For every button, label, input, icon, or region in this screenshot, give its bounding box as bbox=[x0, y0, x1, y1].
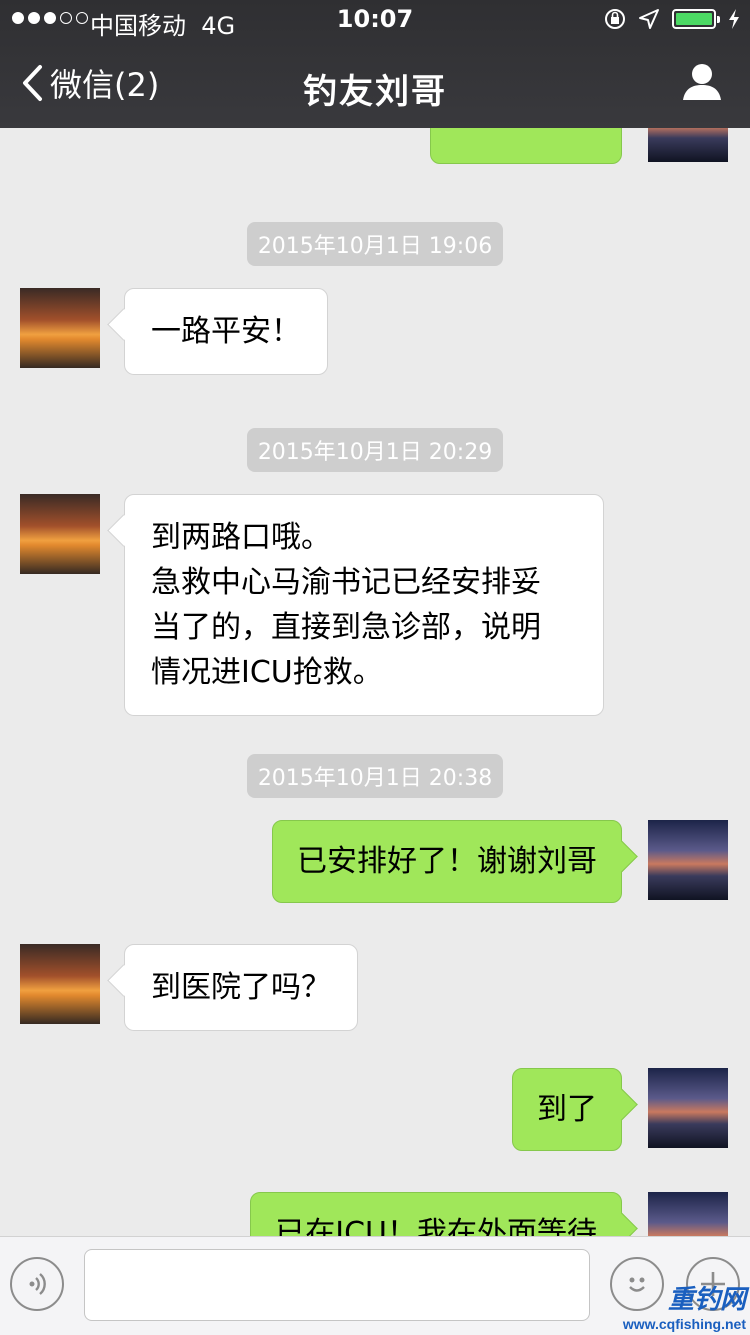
message-text: 已安排好了！谢谢刘哥 bbox=[297, 844, 597, 879]
message-bubble[interactable]: 已在ICU！我在外面等待 bbox=[250, 1192, 622, 1236]
message-bubble[interactable]: 到两路口哦。 急救中心马渝书记已经安排妥 当了的，直接到急诊部，说明 情况进IC… bbox=[124, 494, 604, 716]
message-text: 已在ICU！我在外面等待 bbox=[275, 1216, 597, 1236]
message-input[interactable] bbox=[84, 1249, 590, 1321]
message-bubble[interactable]: 一路平安！ bbox=[124, 288, 328, 375]
message-text: 一路平安！ bbox=[151, 314, 301, 349]
battery-icon bbox=[672, 9, 720, 29]
timestamp: 2015年10月1日 20:29 bbox=[0, 428, 750, 472]
message-text: 急救中心马渝书记已经安排妥 bbox=[151, 565, 541, 600]
message-text: 到两路口哦。 bbox=[151, 520, 331, 555]
voice-button[interactable] bbox=[10, 1257, 64, 1311]
voice-icon bbox=[29, 1273, 46, 1295]
friend-avatar[interactable] bbox=[20, 288, 100, 368]
chat-area[interactable]: 2015年10月1日 19:06 一路平安！ 2015年10月1日 20:29 … bbox=[0, 0, 750, 1236]
rotation-lock-icon bbox=[605, 9, 625, 29]
message-text: 到医院了吗？ bbox=[151, 970, 331, 1005]
nav-bar: 微信(2) 钓友刘哥 bbox=[0, 40, 750, 128]
message-bubble[interactable]: 到了 bbox=[512, 1068, 622, 1151]
my-avatar[interactable] bbox=[648, 1192, 728, 1236]
timestamp: 2015年10月1日 19:06 bbox=[0, 222, 750, 266]
message-bubble[interactable]: 到医院了吗？ bbox=[124, 944, 358, 1031]
my-avatar[interactable] bbox=[648, 1068, 728, 1148]
timestamp: 2015年10月1日 20:38 bbox=[0, 754, 750, 798]
watermark-logo: 重钓网 www.cqfishing.net bbox=[622, 1284, 746, 1332]
message-text: 情况进ICU抢救。 bbox=[151, 655, 383, 690]
friend-avatar[interactable] bbox=[20, 494, 100, 574]
status-bar: 中国移动 4G 10:07 bbox=[0, 0, 750, 40]
location-icon bbox=[639, 9, 659, 29]
message-bubble[interactable]: 已安排好了！谢谢刘哥 bbox=[272, 820, 622, 903]
message-text: 到了 bbox=[537, 1092, 597, 1127]
friend-avatar[interactable] bbox=[20, 944, 100, 1024]
chat-info-button[interactable] bbox=[682, 62, 722, 106]
message-text: 当了的，直接到急诊部，说明 bbox=[151, 610, 541, 645]
my-avatar[interactable] bbox=[648, 820, 728, 900]
header: 中国移动 4G 10:07 微信(2) 钓友刘哥 bbox=[0, 0, 750, 128]
charging-icon bbox=[729, 9, 739, 29]
page-title: 钓友刘哥 bbox=[303, 72, 447, 112]
person-icon bbox=[683, 64, 721, 100]
